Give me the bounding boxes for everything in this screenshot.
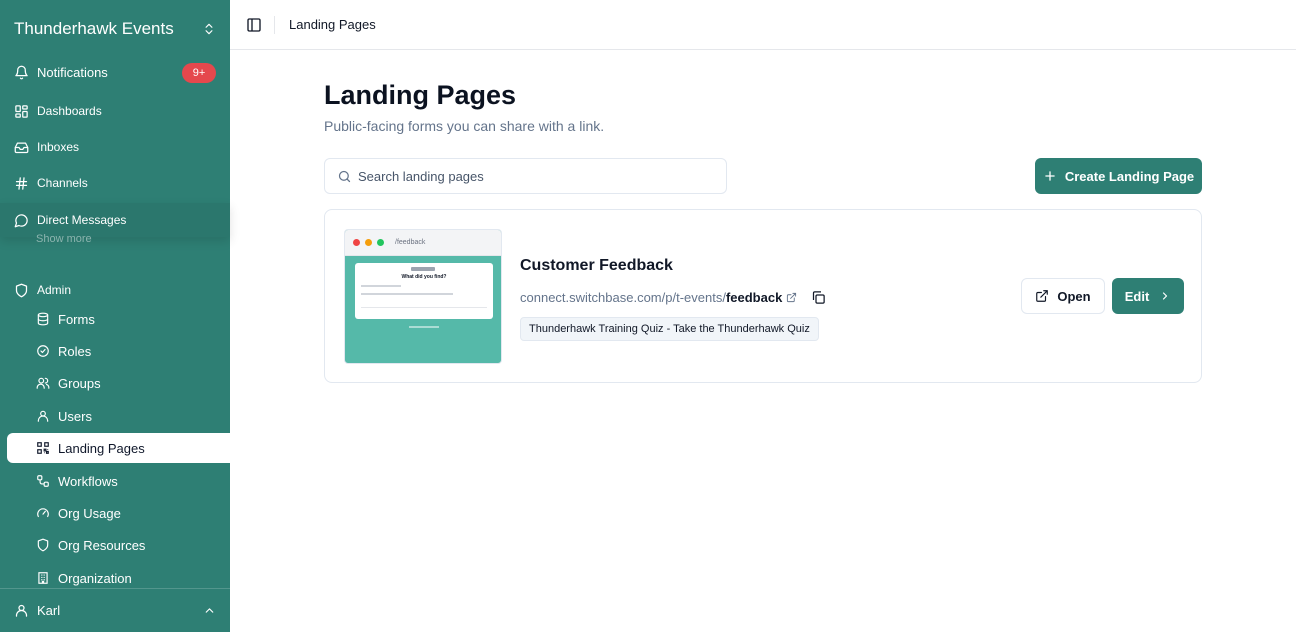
sidebar-item-roles[interactable]: Roles: [0, 336, 230, 366]
sidebar-item-channels[interactable]: Channels: [0, 168, 230, 198]
sidebar-item-direct-messages[interactable]: Direct Messages: [0, 203, 230, 237]
show-more-link[interactable]: Show more: [36, 233, 92, 243]
sidebar-item-inboxes[interactable]: Inboxes: [0, 132, 230, 162]
landing-page-url: connect.switchbase.com/p/t-events/ feedb…: [520, 290, 826, 305]
window-maximize-dot: [377, 239, 384, 246]
preview-footer: [409, 326, 439, 328]
sidebar-item-label: Direct Messages: [37, 213, 127, 227]
sidebar-item-label: Groups: [58, 375, 101, 391]
search-box[interactable]: [324, 158, 727, 194]
page-subtitle: Public-facing forms you can share with a…: [324, 118, 605, 134]
database-icon: [37, 312, 49, 326]
search-input[interactable]: [358, 168, 698, 184]
shield-icon: [15, 283, 28, 297]
sidebar-toggle-icon[interactable]: [246, 17, 262, 33]
inbox-icon: [14, 142, 29, 153]
edit-label: Edit: [1124, 288, 1150, 304]
sidebar-item-forms[interactable]: Forms: [0, 304, 230, 334]
users-icon: [36, 377, 50, 389]
sidebar-item-label: Users: [58, 408, 92, 424]
preview-text-line: [361, 285, 401, 287]
sidebar-item-label: Roles: [58, 343, 92, 359]
sidebar-section-label: Admin: [37, 283, 72, 297]
user-icon: [15, 604, 28, 617]
bell-icon: [15, 65, 28, 79]
preview-logo: [411, 267, 435, 271]
sidebar-item-label: Forms: [58, 311, 95, 327]
sidebar-item-workflows[interactable]: Workflows: [0, 466, 230, 496]
sidebar-item-label: Organization: [58, 570, 132, 586]
hash-icon: [15, 176, 28, 190]
window-minimize-dot: [365, 239, 372, 246]
external-link-icon: [787, 292, 797, 303]
breadcrumb: Landing Pages: [289, 17, 376, 32]
sidebar-item-dashboards[interactable]: Dashboards: [0, 96, 230, 126]
create-landing-page-label: Create Landing Page: [1064, 168, 1195, 184]
preview-url: /feedback: [395, 239, 426, 246]
url-prefix[interactable]: connect.switchbase.com/p/t-events/: [520, 290, 726, 305]
sidebar-item-label: Notifications: [37, 64, 108, 80]
landing-page-preview[interactable]: /feedback What did you find?: [344, 229, 502, 364]
org-switcher[interactable]: Thunderhawk Events: [0, 0, 230, 58]
sidebar-item-org-usage[interactable]: Org Usage: [0, 498, 230, 528]
chevrons-up-down-icon: [205, 23, 213, 35]
divider: [274, 15, 275, 34]
search-icon: [338, 170, 351, 182]
edit-button[interactable]: Edit: [1112, 278, 1184, 314]
sidebar-item-label: Workflows: [58, 473, 118, 489]
sidebar-item-label: Landing Pages: [58, 440, 145, 456]
page-title: Landing Pages: [324, 80, 517, 110]
sidebar-item-label: Org Usage: [58, 505, 121, 521]
layout-dashboard-icon: [15, 104, 28, 118]
message-circle-icon: [14, 213, 28, 227]
preview-question: What did you find?: [401, 274, 447, 280]
sidebar-item-label: Inboxes: [37, 140, 80, 154]
open-label: Open: [1057, 288, 1091, 304]
sidebar-item-org-resources[interactable]: Org Resources: [0, 530, 230, 560]
workflow-icon: [37, 475, 49, 487]
sidebar-item-users[interactable]: Users: [0, 401, 230, 431]
external-link-icon: [1036, 290, 1049, 302]
sidebar-item-groups[interactable]: Groups: [0, 368, 230, 398]
plus-icon: [1045, 171, 1055, 181]
gauge-icon: [37, 508, 49, 518]
landing-page-card: /feedback What did you find? Customer Fe…: [324, 209, 1202, 383]
chevron-up-icon: [205, 608, 214, 613]
sidebar-item-label: Dashboards: [37, 104, 102, 118]
url-slug[interactable]: feedback: [726, 290, 782, 305]
user-menu[interactable]: Karl: [0, 588, 230, 632]
window-close-dot: [353, 239, 360, 246]
top-bar: Landing Pages: [230, 0, 1296, 50]
notification-count-badge: 9+: [182, 63, 216, 83]
open-button[interactable]: Open: [1021, 278, 1105, 314]
preview-form: What did you find?: [355, 263, 493, 319]
user-icon: [37, 410, 49, 422]
org-name: Thunderhawk Events: [14, 19, 174, 38]
sidebar-section-admin[interactable]: Admin: [0, 275, 230, 305]
preview-browser-bar: /feedback: [345, 230, 501, 256]
copy-icon[interactable]: [811, 290, 826, 305]
sidebar-item-notifications[interactable]: Notifications 9+: [0, 57, 230, 87]
sidebar-item-label: Channels: [37, 176, 88, 190]
create-landing-page-button[interactable]: Create Landing Page: [1035, 158, 1202, 194]
sidebar-item-label: Org Resources: [58, 537, 146, 553]
shield-icon: [37, 538, 49, 552]
user-name: Karl: [37, 603, 61, 618]
preview-button: [361, 307, 487, 315]
form-tag: Thunderhawk Training Quiz - Take the Thu…: [520, 317, 819, 341]
check-circle-icon: [37, 345, 49, 357]
qr-code-icon: [37, 442, 49, 454]
sidebar: Thunderhawk Events Notifications 9+ Dash…: [0, 0, 230, 632]
landing-page-name: Customer Feedback: [520, 257, 673, 274]
preview-text-line: [361, 293, 453, 295]
chevron-right-icon: [1163, 292, 1168, 300]
sidebar-item-landing-pages[interactable]: Landing Pages: [7, 433, 230, 463]
building-icon: [38, 572, 48, 584]
